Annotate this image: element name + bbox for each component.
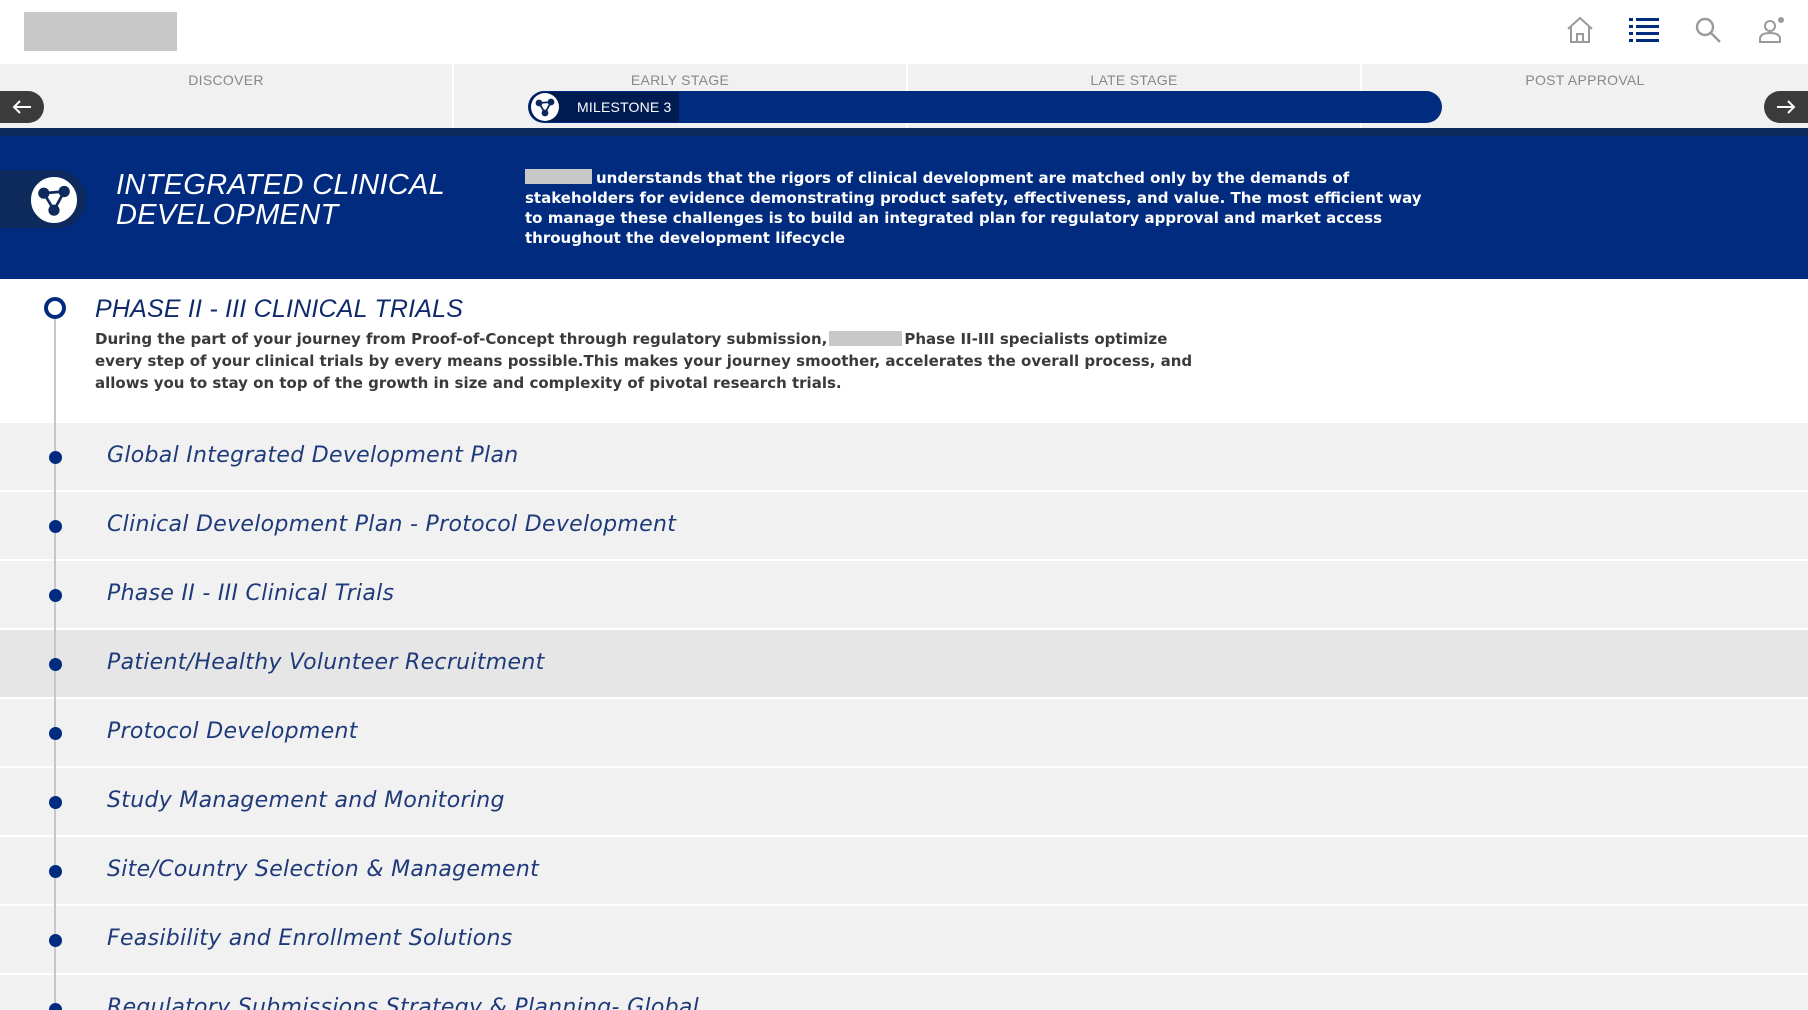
stage-label: LATE STAGE xyxy=(1090,72,1178,88)
user-icon[interactable] xyxy=(1752,10,1792,50)
timeline-dot-icon xyxy=(49,520,62,533)
timeline-dot-icon xyxy=(49,796,62,809)
stage-label: EARLY STAGE xyxy=(630,72,730,88)
milestone-label: MILESTONE 3 xyxy=(577,99,672,115)
list-item[interactable]: Study Management and Monitoring xyxy=(0,768,1808,837)
milestone-button[interactable]: MILESTONE 3 xyxy=(529,92,679,122)
hero-description-text: understands that the rigors of clinical … xyxy=(525,169,1422,247)
list-item[interactable]: Phase II - III Clinical Trials xyxy=(0,561,1808,630)
stage-label: POST APPROVAL xyxy=(1525,72,1645,88)
hero-title: INTEGRATED CLINICAL DEVELOPMENT xyxy=(116,169,445,231)
list-item-label: Phase II - III Clinical Trials xyxy=(107,581,395,606)
next-arrow-button[interactable] xyxy=(1764,91,1808,123)
company-logo-redacted xyxy=(24,12,177,51)
timeline-dot-icon xyxy=(49,451,62,464)
list-item[interactable]: Protocol Development xyxy=(0,699,1808,768)
timeline-dot-icon xyxy=(49,934,62,947)
list-icon[interactable] xyxy=(1624,10,1664,50)
stage-label: DISCOVER xyxy=(188,72,264,88)
redacted-company-name xyxy=(829,331,903,346)
list-item-label: Study Management and Monitoring xyxy=(107,788,505,813)
list-item-label: Global Integrated Development Plan xyxy=(107,443,519,468)
hero-icon-tab xyxy=(0,170,86,228)
list-item[interactable]: Regulatory Submissions Strategy & Planni… xyxy=(0,975,1808,1010)
top-bar xyxy=(0,0,1808,64)
top-icon-group xyxy=(1560,10,1792,50)
timeline-dot-icon xyxy=(49,1003,62,1010)
stage-discover[interactable]: DISCOVER xyxy=(0,64,454,128)
list-item-label: Feasibility and Enrollment Solutions xyxy=(107,926,513,951)
phase-description-part1: During the part of your journey from Pro… xyxy=(95,330,828,348)
list-item[interactable]: Feasibility and Enrollment Solutions xyxy=(0,906,1808,975)
hero-description: understands that the rigors of clinical … xyxy=(525,168,1425,248)
timeline-dot-icon xyxy=(49,865,62,878)
stage-underline xyxy=(0,128,1808,136)
timeline-line xyxy=(54,300,56,1010)
list-item-label: Clinical Development Plan - Protocol Dev… xyxy=(107,512,677,537)
phase-ring-icon xyxy=(44,297,66,319)
list-item-label: Regulatory Submissions Strategy & Planni… xyxy=(107,995,700,1010)
home-icon[interactable] xyxy=(1560,10,1600,50)
network-icon xyxy=(531,93,559,121)
previous-arrow-button[interactable] xyxy=(0,91,44,123)
list-item-label: Protocol Development xyxy=(107,719,358,744)
stage-navigation: DISCOVER EARLY STAGE LATE STAGE POST APP… xyxy=(0,64,1808,130)
redacted-company-name xyxy=(525,169,592,184)
search-icon[interactable] xyxy=(1688,10,1728,50)
service-list: Global Integrated Development Plan Clini… xyxy=(0,423,1808,1010)
network-icon xyxy=(28,174,80,226)
timeline-dot-icon xyxy=(49,727,62,740)
list-item-label: Patient/Healthy Volunteer Recruitment xyxy=(107,650,545,675)
list-item[interactable]: Global Integrated Development Plan xyxy=(0,423,1808,492)
phase-title: PHASE II - III CLINICAL TRIALS xyxy=(95,295,464,323)
timeline-dot-icon xyxy=(49,658,62,671)
phase-description: During the part of your journey from Pro… xyxy=(95,328,1195,394)
timeline-dot-icon xyxy=(49,589,62,602)
list-item[interactable]: Site/Country Selection & Management xyxy=(0,837,1808,906)
list-item-label: Site/Country Selection & Management xyxy=(107,857,539,882)
hero-banner: INTEGRATED CLINICAL DEVELOPMENT understa… xyxy=(0,136,1808,279)
list-item[interactable]: Clinical Development Plan - Protocol Dev… xyxy=(0,492,1808,561)
list-item[interactable]: Patient/Healthy Volunteer Recruitment xyxy=(0,630,1808,699)
